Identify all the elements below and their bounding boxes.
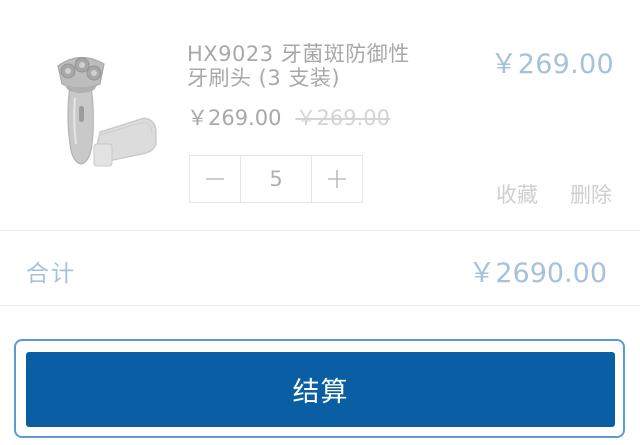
favorite-link[interactable]: 收藏 [496,179,538,209]
divider [0,230,640,231]
quantity-value[interactable]: 5 [240,156,312,202]
total-value: ￥2690.00 [468,258,607,289]
price-row: ￥269.00 ￥269.00 [187,102,390,132]
plus-icon [328,170,346,188]
product-title[interactable]: HX9023 牙菌斑防御性牙刷头 (3 支装) [187,42,427,90]
line-total-price: ￥269.00 [490,49,614,80]
quantity-stepper: 5 [189,155,363,203]
minus-icon [206,178,224,180]
electric-shaver-icon [57,56,157,167]
total-label: 合计 [26,261,76,287]
increment-button[interactable] [312,156,362,202]
delete-link[interactable]: 删除 [570,179,612,209]
product-image[interactable] [44,40,172,180]
cart-item: HX9023 牙菌斑防御性牙刷头 (3 支装) ￥269.00 ￥269.00 ￥… [0,0,640,230]
original-price: ￥269.00 [295,106,390,130]
checkout-button[interactable]: 结算 [26,352,615,427]
divider [0,305,640,306]
decrement-button[interactable] [190,156,240,202]
unit-price: ￥269.00 [187,106,282,130]
